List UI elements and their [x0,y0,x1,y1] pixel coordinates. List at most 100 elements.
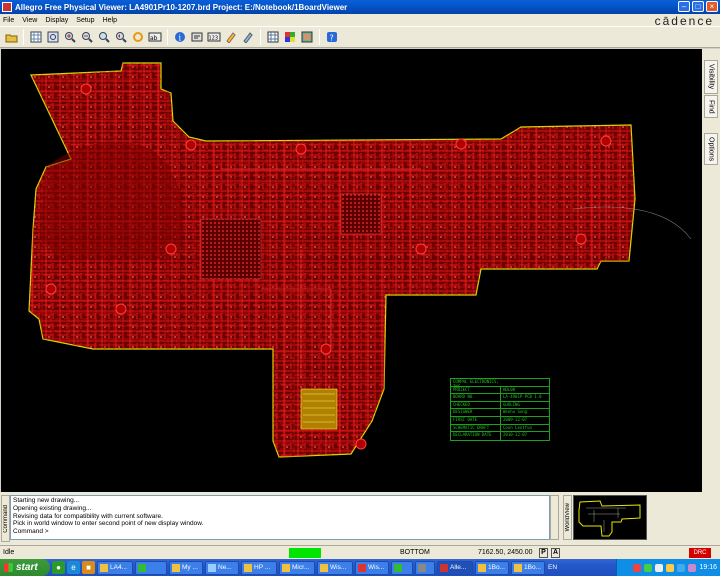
task-button[interactable] [135,560,167,575]
zoom-previous-icon[interactable] [113,29,129,45]
zoom-out-icon[interactable] [79,29,95,45]
help-icon[interactable]: ? [324,29,340,45]
folder-icon [282,563,290,572]
clock[interactable]: 19:16 [699,564,717,571]
measure-icon[interactable]: ab [147,29,163,45]
redraw-icon[interactable] [130,29,146,45]
a-button[interactable]: A [551,548,560,558]
title-block-row: PROJECT HDL00 [451,386,549,395]
taskbar: start ● e ■ LA4... My ... Ne... HP ... M… [0,559,720,576]
task-button[interactable] [415,560,435,575]
close-button[interactable]: × [706,1,718,12]
tab-visibility[interactable]: Visibility [704,60,718,94]
console-line: Opening existing drawing... [13,504,92,512]
toolbar: ab i 123 ? [0,26,720,48]
cpu-bga-footprint [200,218,262,280]
task-button[interactable]: My ... [169,560,203,575]
folder-icon [100,563,108,572]
toolbar-separator [167,29,168,45]
info-icon[interactable]: i [172,29,188,45]
console-line: Pick in world window to enter second poi… [13,520,204,528]
svg-text:123: 123 [209,36,219,42]
toolbar-separator [23,29,24,45]
language-indicator[interactable]: EN [548,564,557,571]
title-block-row: SCHEMATIC DRAFT Conn Leotfun [451,424,549,433]
zoom-fit-icon[interactable] [45,29,61,45]
tray-icon[interactable] [666,563,675,572]
task-button-active[interactable]: Alle... [437,560,473,575]
zoom-in-icon[interactable] [62,29,78,45]
show-element-icon[interactable] [189,29,205,45]
highlight-icon[interactable] [223,29,239,45]
menu-setup[interactable]: Setup [76,17,94,24]
windows-logo-icon [4,563,13,572]
command-prompt[interactable]: Command > [13,528,547,536]
command-console[interactable]: Starting new drawing... Opening existing… [10,495,550,540]
tray-icon[interactable] [633,563,642,572]
design-canvas[interactable]: COMPAL ELECTRONICS, INC. PROJECT HDL00 BO… [1,49,702,492]
window-controls: – □ × [678,1,718,12]
tray-icon[interactable] [644,563,653,572]
task-button[interactable]: Micr... [279,560,315,575]
folder-icon [172,563,180,572]
color-icon[interactable] [265,29,281,45]
quicklaunch-folder-icon[interactable]: ■ [82,561,95,574]
cursor-coordinates: 7162.50, 2450.00 [478,549,533,556]
notepad-icon [208,563,216,572]
worldview-label: WorldView [563,495,572,540]
menu-file[interactable]: File [3,17,14,24]
command-area: Command Starting new drawing... Opening … [0,492,720,545]
task-button[interactable]: 1Bo... [475,560,509,575]
folder-icon [478,563,486,572]
maximize-button[interactable]: □ [692,1,704,12]
tray-icon[interactable] [655,563,664,572]
task-button[interactable]: HP ... [241,560,277,575]
title-block-row: FIRST DATE 2009-12-07 [451,416,549,425]
app-icon [418,563,426,572]
tray-icon[interactable] [677,563,686,572]
zoom-world-icon[interactable] [96,29,112,45]
p-button[interactable]: P [539,548,548,558]
tab-find[interactable]: Find [704,95,718,118]
tab-options[interactable]: Options [704,133,718,165]
task-button[interactable]: Wis... [317,560,353,575]
task-button[interactable]: Ne... [205,560,239,575]
worldview-minimap[interactable] [573,495,647,540]
app-icon [358,563,366,572]
pcb-copper-region [39,142,183,259]
chipset-bga-footprint [340,193,382,235]
toolbar-separator [260,29,261,45]
folder-icon [514,563,522,572]
layers-icon[interactable] [282,29,298,45]
start-button[interactable]: start [0,559,50,576]
side-panel-tabs: Visibility Find Options [702,49,720,492]
quicklaunch-ie-icon[interactable]: e [67,561,80,574]
open-icon[interactable] [3,29,19,45]
palette-icon[interactable] [299,29,315,45]
command-panel-label: Command [1,495,10,542]
folder-icon [244,563,252,572]
task-button[interactable]: Wis... [355,560,389,575]
grid-icon[interactable] [28,29,44,45]
title-block-row: DECLARATION DATE 2010-12-07 [451,432,549,440]
report-icon[interactable]: 123 [206,29,222,45]
task-button[interactable] [391,560,413,575]
status-state: Idle [3,549,15,556]
quicklaunch-chrome-icon[interactable]: ● [52,561,65,574]
ic-footprint-highlighted [300,388,338,430]
dehighlight-icon[interactable] [240,29,256,45]
console-scrollbar[interactable] [550,495,559,540]
task-button[interactable]: 1Bo... [511,560,545,575]
menu-view[interactable]: View [22,17,37,24]
minimize-button[interactable]: – [678,1,690,12]
menu-help[interactable]: Help [103,17,117,24]
title-bar[interactable]: Allegro Free Physical Viewer: LA4901Pr10… [0,0,720,14]
system-tray: 19:16 [616,559,720,576]
active-layer: BOTTOM [400,549,430,556]
menu-display[interactable]: Display [45,17,68,24]
task-button[interactable]: LA4... [97,560,133,575]
tray-icon[interactable] [688,563,697,572]
console-line: Revising data for compatibility with cur… [13,512,163,520]
drc-indicator[interactable]: DRC [689,548,711,558]
title-block-row: BOARD NO. LA-4901P PCB 1.0 [451,394,549,402]
